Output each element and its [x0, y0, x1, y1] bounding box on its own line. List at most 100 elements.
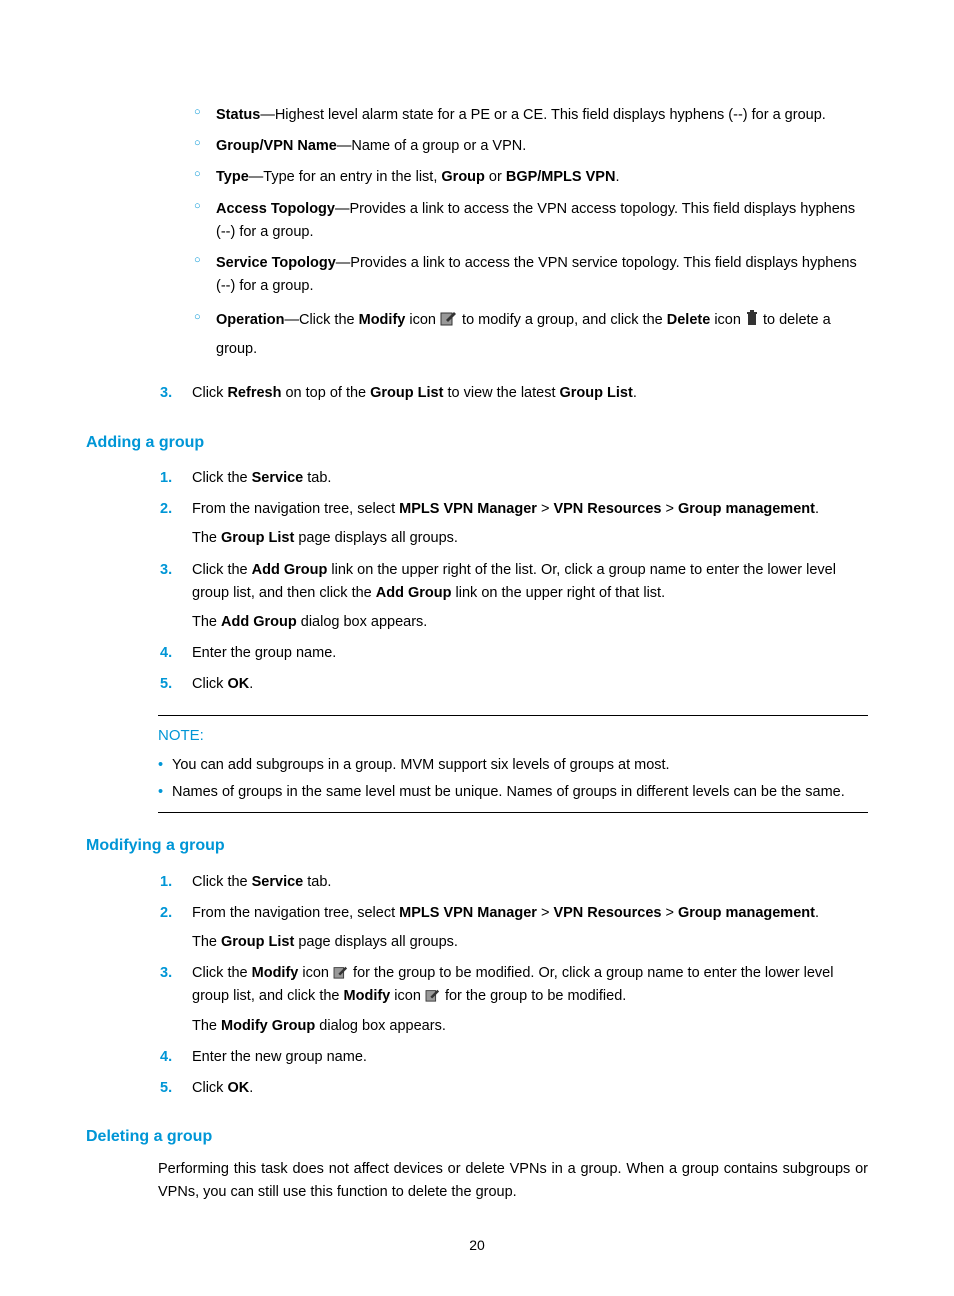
field-label: Type [216, 169, 249, 185]
step-text: Enter the group name. [192, 645, 336, 661]
step-item: 4. Enter the group name. [86, 638, 868, 669]
modifying-steps: 1. Click the Service tab. 2. From the na… [86, 867, 868, 1105]
step-text: Service [252, 874, 304, 890]
step-text: OK [227, 676, 249, 692]
page: Status—Highest level alarm state for a P… [0, 0, 954, 1296]
field-text: Delete [667, 312, 711, 328]
step-continuation: The Modify Group dialog box appears. [192, 1015, 868, 1038]
step-number: 2. [160, 902, 172, 925]
field-text: icon [405, 312, 440, 328]
step-text: OK [227, 1080, 249, 1096]
field-text: —Type for an entry in the list, [249, 169, 442, 185]
step-text: . [249, 1080, 253, 1096]
step-continuation: The Group List page displays all groups. [192, 527, 868, 550]
step-text: > [537, 905, 554, 921]
field-item: Type—Type for an entry in the list, Grou… [86, 162, 868, 193]
step-number: 5. [160, 673, 172, 696]
step-item: 2. From the navigation tree, select MPLS… [86, 494, 868, 554]
step-text: Enter the new group name. [192, 1049, 367, 1065]
step-text: > [537, 501, 554, 517]
step-number: 4. [160, 642, 172, 665]
step-item: 5. Click OK. [86, 669, 868, 700]
step-continuation: The Add Group dialog box appears. [192, 611, 868, 634]
note-item: You can add subgroups in a group. MVM su… [158, 752, 868, 779]
step-text: icon [390, 988, 425, 1004]
note-item: Names of groups in the same level must b… [158, 779, 868, 806]
field-text: Group [441, 169, 485, 185]
step-text: Click [192, 385, 227, 401]
step-text: Click [192, 1080, 227, 1096]
field-item: Group/VPN Name—Name of a group or a VPN. [86, 131, 868, 162]
refresh-step-list: 3. Click Refresh on top of the Group Lis… [86, 378, 868, 409]
step-number: 3. [160, 962, 172, 985]
step-number: 1. [160, 467, 172, 490]
field-text: or [485, 169, 506, 185]
step-text: . [633, 385, 637, 401]
step-text: Click the [192, 562, 252, 578]
modify-icon [333, 965, 349, 979]
step-text: . [249, 676, 253, 692]
step-text: . [815, 501, 819, 517]
field-item: Operation—Click the Modify icon to modif… [86, 302, 868, 368]
step-item: 3. Click the Add Group link on the upper… [86, 555, 868, 639]
delete-icon [745, 310, 759, 326]
adding-steps: 1. Click the Service tab. 2. From the na… [86, 463, 868, 701]
field-text: —Highest level alarm state for a PE or a… [260, 107, 825, 123]
step-continuation: The Group List page displays all groups. [192, 931, 868, 954]
modify-icon [440, 310, 458, 326]
field-text: . [615, 169, 619, 185]
step-text: Modify [344, 988, 391, 1004]
step-text: MPLS VPN Manager [399, 905, 537, 921]
step-text: > [661, 501, 678, 517]
step-item: 5. Click OK. [86, 1073, 868, 1104]
field-item: Status—Highest level alarm state for a P… [86, 100, 868, 131]
step-text: From the navigation tree, select [192, 905, 399, 921]
field-item: Access Topology—Provides a link to acces… [86, 194, 868, 248]
step-text: Click the [192, 470, 252, 486]
field-text: Modify [359, 312, 406, 328]
step-text: Group List [560, 385, 633, 401]
field-label: Service Topology [216, 255, 336, 271]
step-text: tab. [303, 470, 331, 486]
field-text: icon [710, 312, 745, 328]
step-text: From the navigation tree, select [192, 501, 399, 517]
heading-modifying: Modifying a group [86, 833, 868, 859]
step-item: 1. Click the Service tab. [86, 867, 868, 898]
modify-icon [425, 988, 441, 1002]
field-label: Status [216, 107, 260, 123]
step-item: 3. Click Refresh on top of the Group Lis… [86, 378, 868, 409]
step-text: Group management [678, 501, 815, 517]
heading-adding: Adding a group [86, 430, 868, 456]
note-label: NOTE: [158, 724, 868, 748]
step-text: Add Group [376, 585, 452, 601]
step-text: . [815, 905, 819, 921]
step-text: on top of the [281, 385, 370, 401]
step-text: link on the upper right of that list. [452, 585, 666, 601]
step-item: 1. Click the Service tab. [86, 463, 868, 494]
step-text: MPLS VPN Manager [399, 501, 537, 517]
step-text: > [661, 905, 678, 921]
note-box: NOTE: You can add subgroups in a group. … [158, 715, 868, 813]
step-text: Add Group [252, 562, 328, 578]
step-text: VPN Resources [553, 501, 661, 517]
step-item: 3. Click the Modify icon for the group t… [86, 958, 868, 1042]
step-text: Click the [192, 965, 252, 981]
step-number: 4. [160, 1046, 172, 1069]
step-number: 3. [160, 382, 172, 405]
step-text: VPN Resources [553, 905, 661, 921]
step-item: 4. Enter the new group name. [86, 1042, 868, 1073]
deleting-paragraph: Performing this task does not affect dev… [158, 1158, 868, 1204]
field-label: Access Topology [216, 201, 335, 217]
note-list: You can add subgroups in a group. MVM su… [158, 752, 868, 806]
heading-deleting: Deleting a group [86, 1124, 868, 1150]
step-text: icon [298, 965, 333, 981]
step-text: to view the latest [443, 385, 559, 401]
field-label: Operation [216, 312, 284, 328]
step-text: Refresh [227, 385, 281, 401]
step-text: Modify [252, 965, 299, 981]
step-item: 2. From the navigation tree, select MPLS… [86, 898, 868, 958]
field-label: Group/VPN Name [216, 138, 337, 154]
step-text: Click [192, 676, 227, 692]
step-number: 2. [160, 498, 172, 521]
step-text: tab. [303, 874, 331, 890]
